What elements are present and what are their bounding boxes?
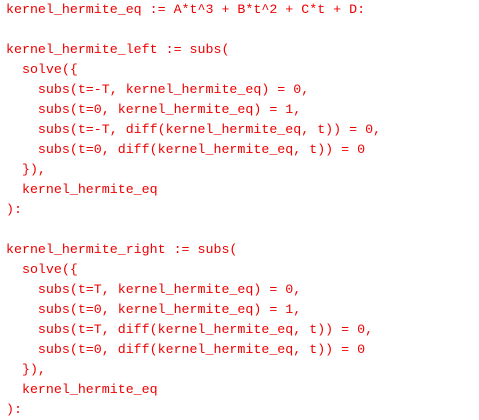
- code-line: subs(t=0, diff(kernel_hermite_eq, t)) = …: [6, 142, 366, 157]
- code-line: subs(t=0, diff(kernel_hermite_eq, t)) = …: [6, 342, 366, 357]
- code-line: kernel_hermite_left := subs(: [6, 42, 230, 57]
- code-line: solve({: [6, 262, 78, 277]
- code-line: subs(t=0, kernel_hermite_eq) = 1,: [6, 102, 302, 117]
- code-line: kernel_hermite_eq := A*t^3 + B*t^2 + C*t…: [6, 2, 366, 17]
- code-line: ):: [6, 202, 22, 217]
- code-line: kernel_hermite_right := subs(: [6, 242, 238, 257]
- code-line: subs(t=0, kernel_hermite_eq) = 1,: [6, 302, 302, 317]
- code-line: kernel_hermite_eq: [6, 182, 158, 197]
- code-line: subs(t=-T, kernel_hermite_eq) = 0,: [6, 82, 310, 97]
- code-block: kernel_hermite_eq := A*t^3 + B*t^2 + C*t…: [6, 0, 381, 420]
- code-line: }),: [6, 362, 46, 377]
- code-line: }),: [6, 162, 46, 177]
- code-line: subs(t=T, kernel_hermite_eq) = 0,: [6, 282, 302, 297]
- code-line: kernel_hermite_eq: [6, 382, 158, 397]
- code-line: subs(t=T, diff(kernel_hermite_eq, t)) = …: [6, 322, 374, 337]
- code-line: subs(t=-T, diff(kernel_hermite_eq, t)) =…: [6, 122, 382, 137]
- code-line: solve({: [6, 62, 78, 77]
- code-line: ):: [6, 402, 22, 417]
